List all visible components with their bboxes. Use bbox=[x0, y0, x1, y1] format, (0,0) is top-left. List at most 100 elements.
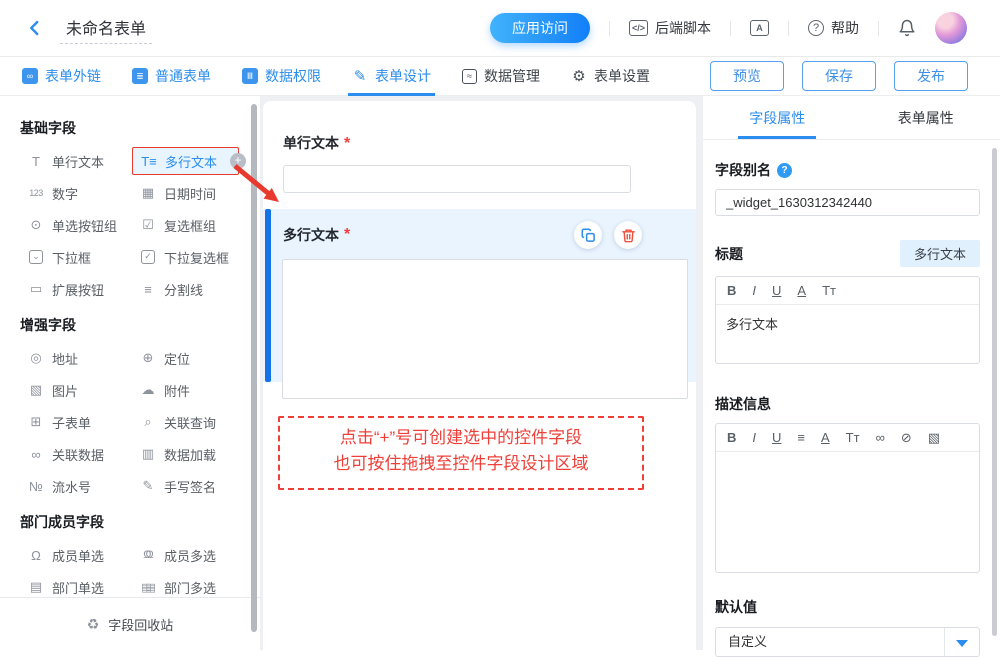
item-label: 复选框组 bbox=[164, 216, 216, 235]
sidebar-item-dropdown-multi[interactable]: ✓ 下拉复选框 bbox=[132, 243, 239, 271]
sidebar-item-member-multi[interactable]: ΩΩ 成员多选 bbox=[132, 541, 239, 569]
user-avatar[interactable] bbox=[935, 12, 967, 44]
form-title[interactable]: 未命名表单 bbox=[60, 13, 152, 44]
save-button[interactable]: 保存 bbox=[802, 61, 876, 91]
tab-form-design[interactable]: ✎ 表单设计 bbox=[352, 66, 431, 86]
tab-form-settings[interactable]: ⚙ 表单设置 bbox=[571, 66, 650, 86]
sidebar-item-location[interactable]: ⊕ 定位 bbox=[132, 344, 239, 372]
sidebar-item-data-load[interactable]: ▥ 数据加载 bbox=[132, 440, 239, 468]
field-alias-label: 字段别名 bbox=[715, 160, 771, 180]
sidebar-item-extend-button[interactable]: ▭ 扩展按钮 bbox=[20, 275, 127, 303]
font-size-icon[interactable]: Tᴛ bbox=[822, 283, 836, 298]
help-icon: ? bbox=[808, 20, 824, 36]
sidebar-item-address[interactable]: ◎ 地址 bbox=[20, 344, 127, 372]
insert-image-icon[interactable]: ▧ bbox=[928, 430, 940, 446]
publish-button[interactable]: 发布 bbox=[894, 61, 968, 91]
align-icon[interactable]: ≡ bbox=[797, 430, 805, 445]
single-line-text-input[interactable] bbox=[283, 165, 631, 193]
add-field-plus-badge[interactable]: + bbox=[230, 153, 246, 169]
item-label: 下拉复选框 bbox=[164, 248, 229, 267]
underline-icon[interactable]: U bbox=[772, 283, 781, 298]
description-editor-content[interactable] bbox=[716, 452, 979, 572]
contacts-button[interactable]: A bbox=[750, 20, 769, 36]
delete-field-button[interactable] bbox=[614, 221, 642, 249]
description-editor-toolbar: B I U ≡ A Tᴛ ∞ ⊘ ▧ bbox=[716, 424, 979, 452]
tab-data-management[interactable]: ≈ 数据管理 bbox=[462, 66, 540, 86]
sidebar-item-serial-number[interactable]: № 流水号 bbox=[20, 472, 127, 500]
sidebar-item-datetime[interactable]: ▦ 日期时间 bbox=[132, 179, 239, 207]
title-label: 标题 bbox=[715, 244, 743, 264]
section-title-basic-fields: 基础字段 bbox=[20, 118, 260, 138]
title-editor-toolbar: B I U A Tᴛ bbox=[716, 277, 979, 305]
description-editor: B I U ≡ A Tᴛ ∞ ⊘ ▧ bbox=[715, 423, 980, 573]
departments-icon: ▤▤ bbox=[139, 581, 157, 594]
copy-field-button[interactable] bbox=[574, 221, 602, 249]
target-icon: ⊕ bbox=[139, 350, 157, 366]
sidebar-item-linked-data[interactable]: ∞ 关联数据 bbox=[20, 440, 127, 468]
field-recycle-bin[interactable]: ♻ 字段回收站 bbox=[0, 597, 260, 650]
sidebar-item-image[interactable]: ▧ 图片 bbox=[20, 376, 127, 404]
tab-normal-form[interactable]: ≣ 普通表单 bbox=[132, 66, 211, 86]
multi-line-textarea[interactable] bbox=[282, 259, 688, 399]
sidebar-item-dropdown[interactable]: ⌄ 下拉框 bbox=[20, 243, 127, 271]
form-edit-icon: ✎ bbox=[352, 67, 368, 85]
sidebar-item-linked-query[interactable]: ⌕ 关联查询 bbox=[132, 408, 239, 436]
chevron-down-icon bbox=[956, 640, 968, 647]
bold-icon[interactable]: B bbox=[727, 430, 736, 445]
italic-icon[interactable]: I bbox=[752, 283, 756, 298]
field-label: 单行文本 bbox=[283, 135, 339, 151]
font-color-icon[interactable]: A bbox=[797, 283, 806, 298]
preview-button[interactable]: 预览 bbox=[710, 61, 784, 91]
sidebar-item-signature[interactable]: ✎ 手写签名 bbox=[132, 472, 239, 500]
item-label: 附件 bbox=[164, 381, 190, 400]
tab-form-properties[interactable]: 表单属性 bbox=[852, 96, 1000, 139]
document-icon: ≣ bbox=[132, 68, 148, 84]
item-label: 单选按钮组 bbox=[52, 216, 117, 235]
dropdown-checkbox-icon: ✓ bbox=[141, 250, 155, 264]
sidebar-item-single-line-text[interactable]: T 单行文本 bbox=[20, 147, 127, 175]
back-button[interactable] bbox=[26, 19, 44, 37]
sidebar-scrollbar-thumb[interactable] bbox=[251, 104, 257, 632]
data-chart-icon: ≈ bbox=[462, 69, 477, 84]
data-load-icon: ▥ bbox=[139, 446, 157, 462]
app-access-button[interactable]: 应用访问 bbox=[490, 13, 590, 43]
help-button[interactable]: ? 帮助 bbox=[808, 18, 859, 38]
notifications-button[interactable] bbox=[898, 19, 916, 37]
hint-line-1: 点击“+”号可创建选中的控件字段 bbox=[280, 425, 642, 451]
field-alias-input[interactable] bbox=[715, 189, 980, 216]
font-color-icon[interactable]: A bbox=[821, 430, 830, 445]
tab-label: 表单外链 bbox=[45, 66, 101, 86]
field-single-line-text[interactable]: 单行文本* bbox=[263, 101, 696, 193]
sidebar-item-radio-group[interactable]: ⊙ 单选按钮组 bbox=[20, 211, 127, 239]
alias-help-icon[interactable]: ? bbox=[777, 163, 792, 178]
unlink-icon[interactable]: ⊘ bbox=[901, 430, 912, 446]
sidebar-item-multi-line-text[interactable]: T≡ 多行文本 + bbox=[132, 147, 239, 175]
default-value-label: 默认值 bbox=[715, 597, 757, 617]
sidebar-item-attachment[interactable]: ☁ 附件 bbox=[132, 376, 239, 404]
sidebar-item-divider-line[interactable]: ≡ 分割线 bbox=[132, 275, 239, 303]
default-value-select[interactable]: 自定义 bbox=[715, 627, 980, 657]
underline-icon[interactable]: U bbox=[772, 430, 781, 445]
backend-script-button[interactable]: </> 后端脚本 bbox=[629, 18, 711, 38]
field-label: 多行文本 bbox=[283, 225, 339, 245]
drag-hint-box: 点击“+”号可创建选中的控件字段 也可按住拖拽至控件字段设计区域 bbox=[278, 416, 644, 490]
tab-data-permission[interactable]: Ⅲ 数据权限 bbox=[242, 66, 321, 86]
font-size-icon[interactable]: Tᴛ bbox=[846, 430, 860, 445]
tab-field-properties[interactable]: 字段属性 bbox=[703, 96, 852, 139]
subform-icon: ⊞ bbox=[27, 414, 45, 430]
panel-scrollbar-thumb[interactable] bbox=[992, 148, 997, 636]
item-label: 流水号 bbox=[52, 477, 91, 496]
title-editor-content[interactable]: 多行文本 bbox=[716, 305, 979, 363]
bold-icon[interactable]: B bbox=[727, 283, 736, 298]
sidebar-item-checkbox-group[interactable]: ☑ 复选框组 bbox=[132, 211, 239, 239]
tab-label: 表单设计 bbox=[375, 66, 431, 86]
field-multi-line-text-selected[interactable]: 多行文本* bbox=[263, 209, 696, 382]
sidebar-item-member-single[interactable]: Ω 成员单选 bbox=[20, 541, 127, 569]
tab-external-link[interactable]: ∞ 表单外链 bbox=[22, 66, 101, 86]
copy-icon bbox=[581, 228, 596, 243]
sidebar-item-subform[interactable]: ⊞ 子表单 bbox=[20, 408, 127, 436]
item-label: 下拉框 bbox=[52, 248, 91, 267]
italic-icon[interactable]: I bbox=[752, 430, 756, 445]
sidebar-item-number[interactable]: 123 数字 bbox=[20, 179, 127, 207]
link-icon[interactable]: ∞ bbox=[876, 430, 885, 445]
